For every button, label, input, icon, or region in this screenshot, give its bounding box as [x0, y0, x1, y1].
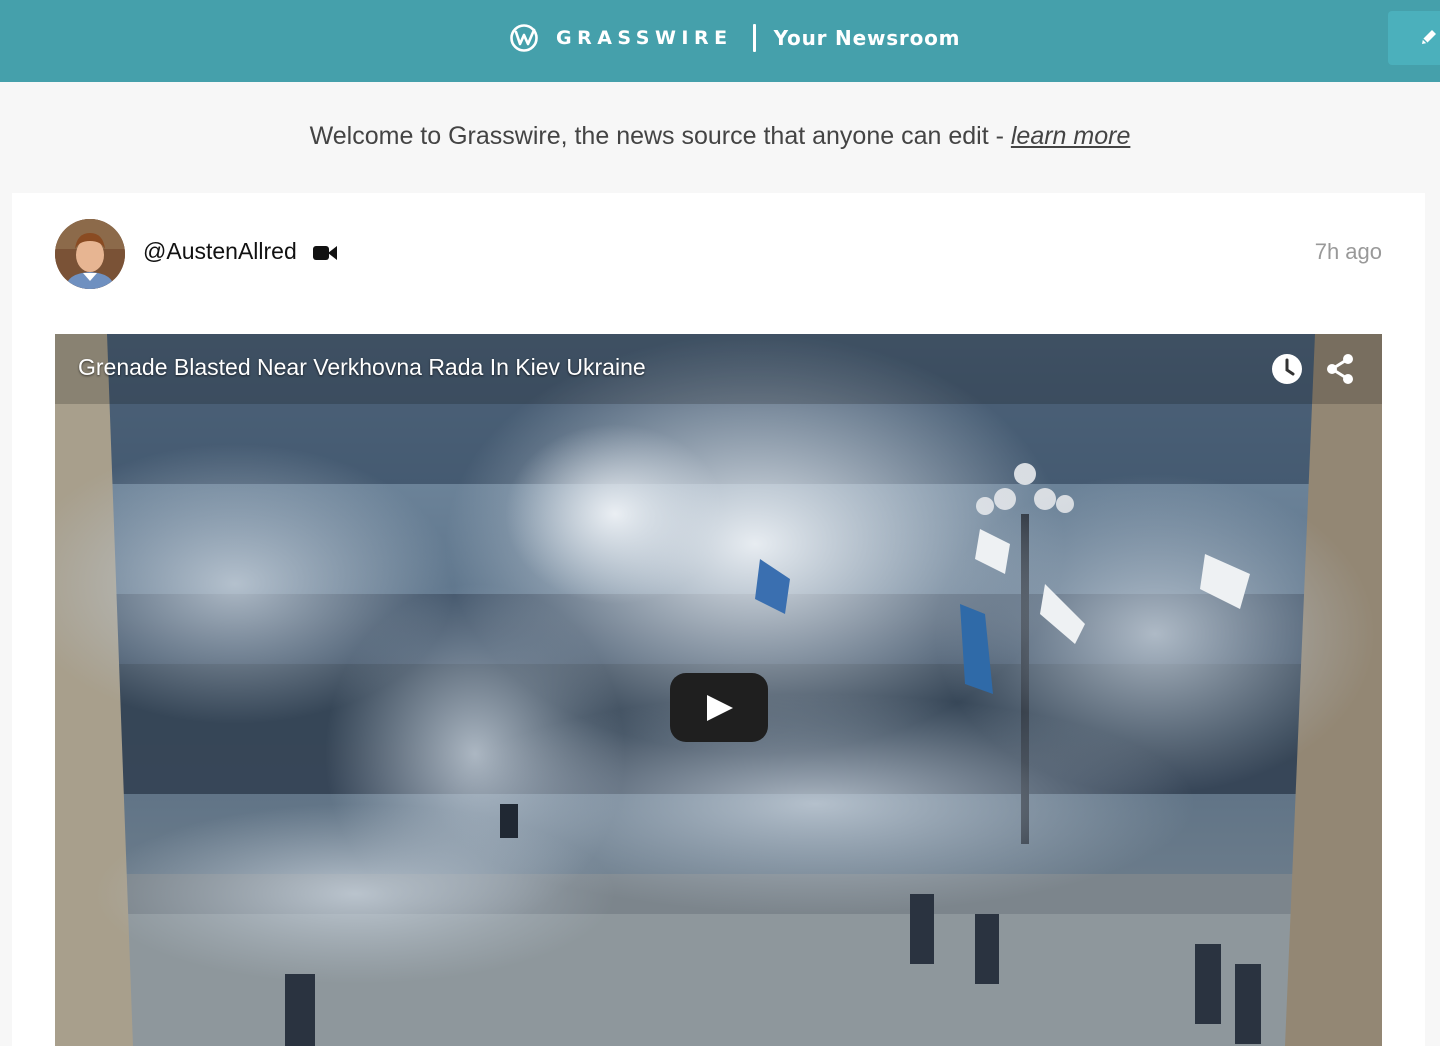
video-camera-icon [313, 246, 337, 260]
top-navigation-bar: GRASSWIRE Your Newsroom [0, 0, 1440, 82]
author-handle[interactable]: @AustenAllred [143, 238, 297, 265]
avatar-photo [55, 219, 125, 289]
clock-icon[interactable] [1271, 353, 1303, 385]
avatar[interactable] [55, 219, 125, 289]
brand[interactable]: GRASSWIRE Your Newsroom [508, 20, 960, 56]
play-icon [707, 695, 733, 721]
video-title[interactable]: Grenade Blasted Near Verkhovna Rada In K… [78, 354, 646, 381]
grasswire-logo-icon [510, 24, 538, 52]
learn-more-link[interactable]: learn more [1011, 122, 1131, 150]
edit-button[interactable] [1388, 11, 1440, 65]
welcome-text: Welcome to Grasswire, the news source th… [309, 122, 1011, 150]
post-card: @AustenAllred 7h ago Grenade Blasted Nea… [12, 193, 1425, 1046]
share-icon[interactable] [1325, 353, 1355, 385]
pencil-icon [1422, 30, 1436, 44]
post-timestamp: 7h ago [1314, 239, 1382, 264]
brand-divider [752, 24, 756, 52]
section-title[interactable]: Your Newsroom [774, 26, 961, 50]
play-button[interactable] [670, 673, 768, 742]
brand-wordmark: GRASSWIRE [556, 27, 733, 49]
video-player[interactable]: Grenade Blasted Near Verkhovna Rada In K… [55, 334, 1382, 1046]
welcome-banner: Welcome to Grasswire, the news source th… [0, 82, 1440, 193]
